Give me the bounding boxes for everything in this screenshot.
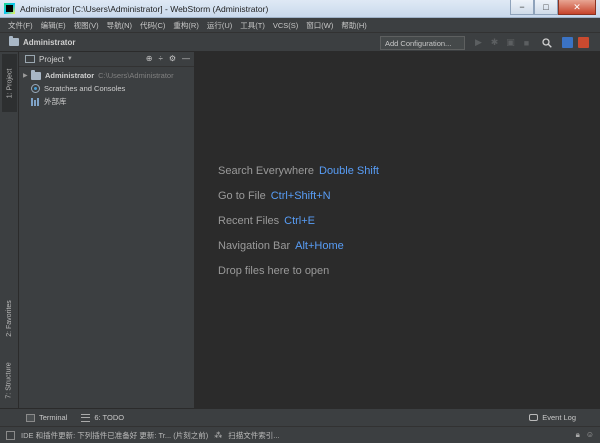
project-view-icon bbox=[25, 55, 35, 63]
toolbox-icon[interactable] bbox=[578, 37, 589, 48]
add-configuration-button[interactable]: Add Configuration... bbox=[380, 36, 465, 50]
tab-project[interactable]: 1: Project bbox=[2, 54, 17, 112]
tree-libraries-label: 外部库 bbox=[44, 97, 67, 106]
status-bar: IDE 和插件更新: 下列插件已准备好 更新: Tr... (片刻之前) ⁂ 扫… bbox=[0, 426, 600, 443]
menu-code[interactable]: 代码(C) bbox=[136, 20, 169, 31]
search-icon[interactable] bbox=[541, 37, 552, 48]
hint-drop-files: Drop files here to open bbox=[218, 265, 330, 277]
tab-event-log[interactable]: Event Log bbox=[529, 413, 576, 422]
minimize-button[interactable]: − bbox=[510, 0, 534, 15]
menu-view[interactable]: 视图(V) bbox=[70, 20, 103, 31]
status-progress[interactable]: 扫描文件索引... bbox=[228, 430, 279, 441]
todo-icon bbox=[81, 413, 91, 422]
menu-navigate[interactable]: 导航(N) bbox=[103, 20, 136, 31]
menu-edit[interactable]: 编辑(E) bbox=[37, 20, 70, 31]
tree-root-label: Administrator bbox=[45, 71, 95, 80]
debug-icon[interactable]: ✱ bbox=[489, 37, 500, 48]
status-right-icons: 🔒︎ ☺︎ bbox=[576, 430, 594, 440]
navigation-bar: Administrator Add Configuration... ▶ ✱ ▣… bbox=[0, 32, 600, 52]
terminal-icon bbox=[26, 413, 35, 422]
window-title: Administrator [C:\Users\Administrator] -… bbox=[20, 3, 269, 14]
bottom-tool-bar: Terminal 6: TODO Event Log bbox=[0, 408, 600, 426]
menu-vcs[interactable]: VCS(S) bbox=[269, 21, 302, 30]
coverage-icon[interactable]: ▣ bbox=[505, 37, 516, 48]
panel-tools: ⊕ ÷ ⚙ — bbox=[146, 54, 190, 63]
stop-icon[interactable]: ■ bbox=[521, 37, 532, 48]
lock-icon[interactable]: 🔒︎ bbox=[576, 430, 580, 440]
library-icon bbox=[31, 97, 40, 106]
menu-refactor[interactable]: 重构(R) bbox=[169, 20, 202, 31]
window-title-bar: Administrator [C:\Users\Administrator] -… bbox=[0, 0, 600, 18]
hide-icon[interactable]: — bbox=[182, 54, 190, 63]
tab-terminal[interactable]: Terminal bbox=[26, 413, 67, 422]
chevron-down-icon[interactable]: ▼ bbox=[67, 56, 73, 62]
tree-row-root[interactable]: ▶ Administrator C:\Users\Administrator bbox=[19, 69, 194, 82]
collapse-all-icon[interactable]: ÷ bbox=[158, 54, 162, 63]
menu-run[interactable]: 运行(U) bbox=[203, 20, 236, 31]
inspector-icon[interactable]: ☺︎ bbox=[586, 430, 594, 440]
scratches-icon bbox=[31, 84, 40, 93]
progress-spinner-icon: ⁂ bbox=[214, 430, 223, 440]
menu-file[interactable]: 文件(F) bbox=[4, 20, 37, 31]
folder-icon bbox=[31, 69, 41, 80]
menu-bar: 文件(F) 编辑(E) 视图(V) 导航(N) 代码(C) 重构(R) 运行(U… bbox=[0, 18, 600, 32]
project-panel: Project ▼ ⊕ ÷ ⚙ — ▶ Administrator C:\Use… bbox=[19, 52, 195, 408]
window-controls: − □ ✕ bbox=[510, 0, 596, 15]
maximize-button[interactable]: □ bbox=[534, 0, 558, 15]
breadcrumb-project[interactable]: Administrator bbox=[23, 38, 75, 47]
event-log-icon bbox=[529, 414, 539, 421]
close-button[interactable]: ✕ bbox=[558, 0, 596, 15]
folder-icon bbox=[9, 36, 19, 46]
editor-empty-area[interactable]: Search Everywhere Double Shift Go to File… bbox=[195, 52, 600, 408]
run-icon[interactable]: ▶ bbox=[473, 37, 484, 48]
tab-favorites[interactable]: 2: Favorites bbox=[2, 288, 17, 348]
menu-window[interactable]: 窗口(W) bbox=[302, 20, 337, 31]
project-view-selector[interactable]: Project bbox=[39, 55, 64, 64]
hint-recent-files: Recent Files Ctrl+E bbox=[218, 215, 316, 227]
menu-help[interactable]: 帮助(H) bbox=[337, 20, 370, 31]
gear-icon[interactable]: ⚙ bbox=[169, 54, 176, 63]
tree-row-scratches[interactable]: Scratches and Consoles bbox=[19, 82, 194, 95]
webstorm-logo-icon bbox=[4, 3, 15, 14]
hint-go-to-file: Go to File Ctrl+Shift+N bbox=[218, 190, 331, 202]
menu-tools[interactable]: 工具(T) bbox=[236, 20, 269, 31]
toggle-tool-windows-icon[interactable] bbox=[6, 430, 15, 440]
breadcrumb[interactable]: Administrator bbox=[9, 36, 75, 47]
tree-root-path: C:\Users\Administrator bbox=[98, 71, 174, 80]
status-message[interactable]: IDE 和插件更新: 下列插件已准备好 更新: Tr... (片刻之前) bbox=[21, 430, 208, 441]
project-tree: ▶ Administrator C:\Users\Administrator S… bbox=[19, 67, 194, 108]
hint-search-everywhere: Search Everywhere Double Shift bbox=[218, 165, 379, 177]
webstorm-icon[interactable] bbox=[562, 37, 573, 48]
tab-structure[interactable]: 7: Structure bbox=[2, 354, 17, 406]
tree-row-libraries[interactable]: 外部库 bbox=[19, 95, 194, 108]
tab-todo[interactable]: 6: TODO bbox=[81, 413, 124, 422]
chevron-right-icon[interactable]: ▶ bbox=[23, 72, 31, 79]
tree-scratches-label: Scratches and Consoles bbox=[44, 84, 126, 93]
scroll-from-source-icon[interactable]: ⊕ bbox=[146, 54, 153, 63]
left-tool-strip: 1: Project 2: Favorites 7: Structure bbox=[0, 52, 19, 408]
hint-navigation-bar: Navigation Bar Alt+Home bbox=[218, 240, 344, 252]
project-panel-header: Project ▼ ⊕ ÷ ⚙ — bbox=[19, 52, 194, 67]
